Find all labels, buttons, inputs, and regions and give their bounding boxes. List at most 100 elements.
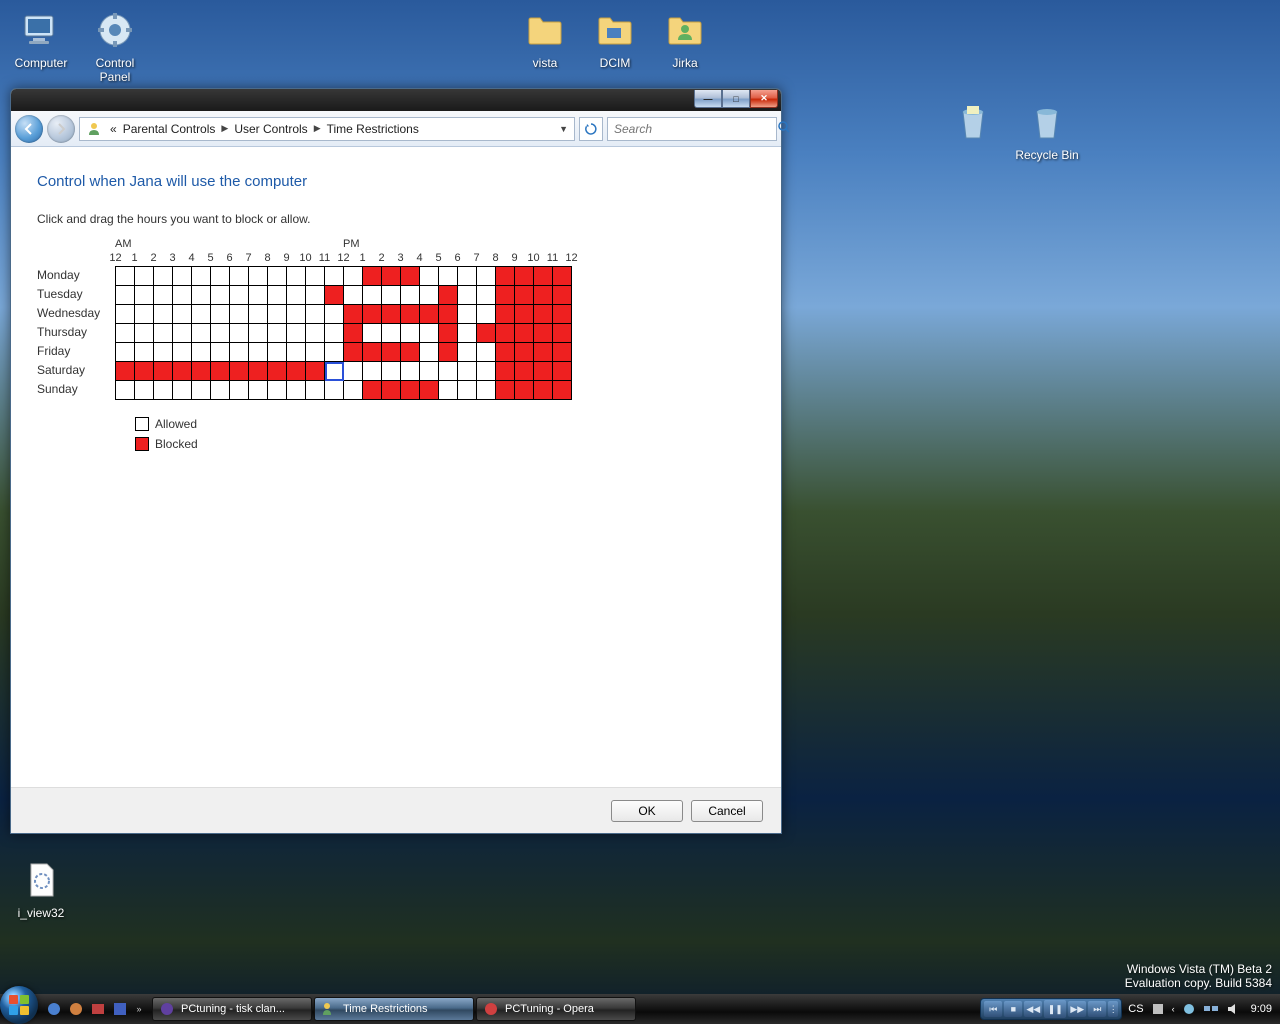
schedule-cell[interactable] [553,305,572,324]
desktop-icon-dcim[interactable]: DCIM [580,6,650,70]
schedule-cell[interactable] [325,305,344,324]
schedule-cell[interactable] [363,305,382,324]
schedule-cell[interactable] [135,343,154,362]
schedule-cell[interactable] [515,305,534,324]
schedule-cell[interactable] [439,362,458,381]
back-button[interactable] [15,115,43,143]
schedule-cell[interactable] [496,362,515,381]
schedule-cell[interactable] [363,362,382,381]
schedule-cell[interactable] [135,267,154,286]
schedule-cell[interactable] [439,305,458,324]
schedule-cell[interactable] [306,343,325,362]
schedule-cell[interactable] [344,381,363,400]
schedule-cell[interactable] [192,305,211,324]
quick-launch-item[interactable] [66,999,86,1019]
schedule-cell[interactable] [325,343,344,362]
schedule-cell[interactable] [173,381,192,400]
schedule-cell[interactable] [420,267,439,286]
schedule-cell[interactable] [344,267,363,286]
schedule-cell[interactable] [553,343,572,362]
schedule-cell[interactable] [287,305,306,324]
schedule-cell[interactable] [325,381,344,400]
schedule-cell[interactable] [344,286,363,305]
schedule-cell[interactable] [553,286,572,305]
schedule-cell[interactable] [306,362,325,381]
refresh-button[interactable] [579,117,603,141]
schedule-cell[interactable] [515,381,534,400]
desktop-icon-iview32[interactable]: i_view32 [6,856,76,920]
schedule-cell[interactable] [268,362,287,381]
schedule-cell[interactable] [287,381,306,400]
schedule-cell[interactable] [116,286,135,305]
schedule-cell[interactable] [154,343,173,362]
schedule-cell[interactable] [306,324,325,343]
schedule-cell[interactable] [515,343,534,362]
schedule-cell[interactable] [230,286,249,305]
schedule-cell[interactable] [192,343,211,362]
schedule-cell[interactable] [154,286,173,305]
breadcrumb-item[interactable]: Parental Controls [121,122,218,136]
tray-icon[interactable] [1181,1001,1197,1017]
schedule-cell[interactable] [553,362,572,381]
schedule-cell[interactable] [439,381,458,400]
schedule-cell[interactable] [116,267,135,286]
schedule-cell[interactable] [496,324,515,343]
schedule-cell[interactable] [268,267,287,286]
schedule-cell[interactable] [363,286,382,305]
schedule-cell[interactable] [401,267,420,286]
media-stop-button[interactable]: ■ [1004,1001,1022,1017]
schedule-cell[interactable] [325,267,344,286]
schedule-cell[interactable] [154,305,173,324]
schedule-cell[interactable] [553,324,572,343]
schedule-cell[interactable] [515,324,534,343]
schedule-cell[interactable] [173,286,192,305]
breadcrumb-item[interactable]: User Controls [232,122,309,136]
schedule-cell[interactable] [496,267,515,286]
schedule-cell[interactable] [401,362,420,381]
schedule-cell[interactable] [230,381,249,400]
schedule-cell[interactable] [325,286,344,305]
schedule-cell[interactable] [534,324,553,343]
schedule-cell[interactable] [458,267,477,286]
schedule-cell[interactable] [325,324,344,343]
schedule-cell[interactable] [135,324,154,343]
schedule-cell[interactable] [401,305,420,324]
desktop-icon-control-panel[interactable]: Control Panel [80,6,150,84]
schedule-cell[interactable] [420,343,439,362]
desktop-icon-jirka[interactable]: Jirka [650,6,720,70]
start-button[interactable] [0,986,38,1024]
schedule-cell[interactable] [420,305,439,324]
schedule-cell[interactable] [268,286,287,305]
schedule-cell[interactable] [382,286,401,305]
media-volume-button[interactable]: ⋮ [1108,1001,1118,1017]
schedule-cell[interactable] [458,286,477,305]
schedule-cell[interactable] [344,324,363,343]
schedule-cell[interactable] [534,381,553,400]
maximize-button[interactable]: □ [722,90,750,108]
close-button[interactable]: ✕ [750,90,778,108]
breadcrumb-item[interactable]: Time Restrictions [325,122,421,136]
schedule-cell[interactable] [363,267,382,286]
schedule-cell[interactable] [420,381,439,400]
schedule-cell[interactable] [154,267,173,286]
schedule-cell[interactable] [382,381,401,400]
network-icon[interactable] [1203,1001,1219,1017]
schedule-cell[interactable] [515,286,534,305]
schedule-cell[interactable] [306,267,325,286]
schedule-cell[interactable] [382,305,401,324]
ok-button[interactable]: OK [611,800,683,822]
search-box[interactable] [607,117,777,141]
media-play-pause-button[interactable]: ❚❚ [1044,1000,1066,1018]
schedule-cell[interactable] [211,324,230,343]
schedule-cell[interactable] [401,324,420,343]
schedule-cell[interactable] [458,324,477,343]
schedule-cell[interactable] [306,381,325,400]
schedule-cell[interactable] [211,362,230,381]
schedule-cell[interactable] [382,267,401,286]
quick-launch-overflow[interactable]: » [132,999,146,1019]
schedule-cell[interactable] [287,343,306,362]
schedule-cell[interactable] [154,381,173,400]
schedule-cell[interactable] [344,343,363,362]
schedule-cell[interactable] [363,381,382,400]
desktop-icon-recycle-bin[interactable]: Recycle Bin [1012,98,1082,162]
